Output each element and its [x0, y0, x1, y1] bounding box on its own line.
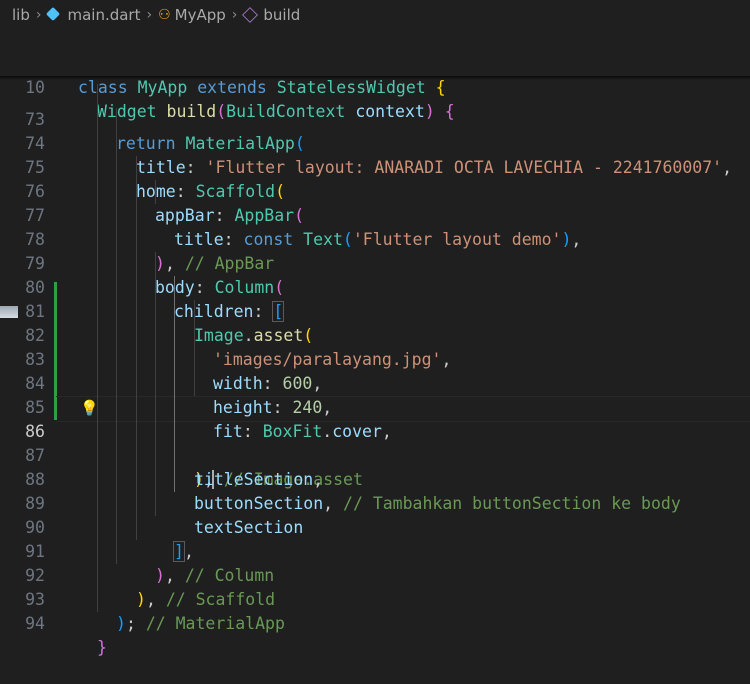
breadcrumb-file-label: main.dart: [67, 6, 141, 24]
lightbulb-icon[interactable]: 💡: [80, 399, 99, 417]
code-line[interactable]: 82 'images/paralayang.jpg',: [0, 300, 750, 369]
code-line[interactable]: 87 titleSection,: [0, 420, 750, 489]
token: ): [116, 614, 126, 633]
code-line[interactable]: 84 height: 240,: [0, 348, 750, 417]
code-line[interactable]: 80 children: [: [0, 252, 750, 322]
breadcrumb-lib-label: lib: [12, 6, 30, 24]
code-line[interactable]: 91 ), // Column: [0, 516, 750, 585]
chevron-right-icon: ›: [35, 7, 42, 23]
token: }: [97, 638, 107, 657]
breadcrumb-class[interactable]: ⚇ MyApp: [158, 6, 226, 24]
dart-file-icon: [47, 8, 61, 22]
code-line[interactable]: 73 return MaterialApp(: [0, 84, 750, 153]
sticky-scroll-shadow: [0, 76, 750, 80]
chevron-right-icon: ›: [231, 7, 238, 23]
class-icon: ⚇: [158, 7, 171, 23]
code-line[interactable]: 74 title: 'Flutter layout: ANARADI OCTA …: [0, 108, 750, 177]
code-line[interactable]: 77 title: const Text('Flutter layout dem…: [0, 180, 750, 249]
code-line[interactable]: 92 ), // Scaffold: [0, 540, 750, 609]
line-number: 94: [25, 614, 45, 633]
code-line[interactable]: 79 body: Column(: [0, 228, 750, 297]
code-editor[interactable]: lib › main.dart › ⚇MyApp › build 5 class…: [0, 0, 750, 657]
code-line[interactable]: 85 fit: BoxFit.cover,: [0, 372, 750, 441]
code-line[interactable]: 93 ); // MaterialApp: [0, 564, 750, 633]
code-line[interactable]: 94 }: [0, 588, 750, 657]
breadcrumb: lib › main.dart › ⚇ MyApp › build: [0, 0, 750, 30]
code-line[interactable]: 90 ],: [0, 492, 750, 562]
sticky-line-10[interactable]: 10 Widget build(BuildContext context) {: [0, 52, 750, 121]
code-line[interactable]: 88 buttonSection, // Tambahkan buttonSec…: [0, 444, 750, 513]
code-line-active[interactable]: 86 💡 ), // Image.asset: [0, 396, 750, 489]
code-line[interactable]: 75 home: Scaffold(: [0, 132, 750, 201]
breadcrumb-method-label: build: [263, 6, 301, 24]
code-text: ); // MaterialApp: [116, 612, 285, 636]
code-line[interactable]: 89 textSection: [0, 468, 750, 537]
chevron-right-icon: ›: [146, 7, 153, 23]
code-line[interactable]: 81 Image.asset(: [0, 276, 750, 345]
breadcrumb-method[interactable]: build: [242, 6, 301, 24]
code-text: }: [97, 636, 107, 660]
breadcrumb-file[interactable]: main.dart: [47, 6, 140, 24]
code-line[interactable]: 76 appBar: AppBar(: [0, 156, 750, 225]
token: ;: [125, 614, 146, 633]
breadcrumb-lib[interactable]: lib: [12, 6, 30, 24]
breadcrumb-class-label: MyApp: [174, 6, 226, 24]
token: // MaterialApp: [145, 614, 285, 633]
code-line[interactable]: 83 width: 600,: [0, 324, 750, 393]
code-line[interactable]: 78 ), // AppBar: [0, 204, 750, 273]
method-cube-icon: [242, 7, 259, 23]
sticky-line-5[interactable]: 5 class MyApp extends StatelessWidget {: [0, 28, 750, 97]
